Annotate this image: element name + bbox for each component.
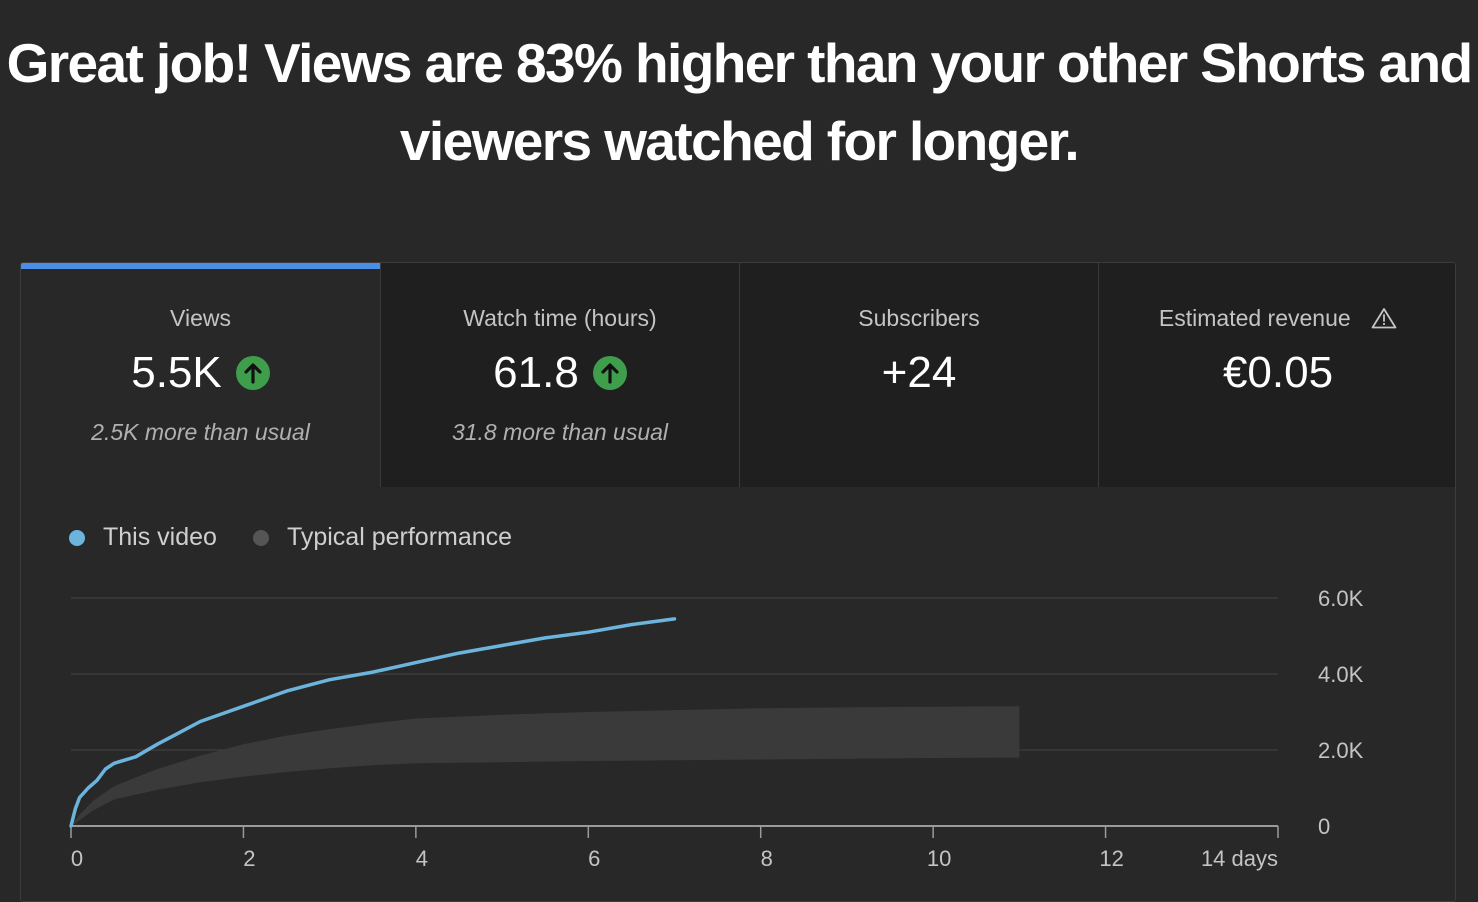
headline-line-2: viewers watched for longer. — [399, 110, 1080, 172]
y-tick-label: 4.0K — [1318, 662, 1364, 687]
views-chart: 0 2.0K 4.0K 6.0K 0 2 4 6 8 10 12 14 days — [69, 586, 1364, 871]
metrics-card: Views 5.5K 2.5K more than usual Watch ti… — [20, 262, 1456, 902]
headline: Great job! Views are 83% higher than you… — [0, 24, 1478, 180]
series-typical-performance-band — [71, 706, 1020, 826]
x-tick-label: 4 — [416, 846, 428, 871]
x-tick-label: 10 — [927, 846, 951, 871]
x-tick-label: 14 days — [1201, 846, 1278, 871]
x-tick-label: 8 — [761, 846, 773, 871]
y-tick-label: 2.0K — [1318, 738, 1364, 763]
x-tick-label: 6 — [588, 846, 600, 871]
x-tick-label: 12 — [1099, 846, 1123, 871]
x-tick-label: 2 — [243, 846, 255, 871]
headline-line-1: Great job! Views are 83% higher than you… — [6, 32, 1473, 94]
y-tick-label: 0 — [1318, 814, 1330, 839]
y-tick-label: 6.0K — [1318, 586, 1364, 611]
x-tick-label: 0 — [71, 846, 83, 871]
